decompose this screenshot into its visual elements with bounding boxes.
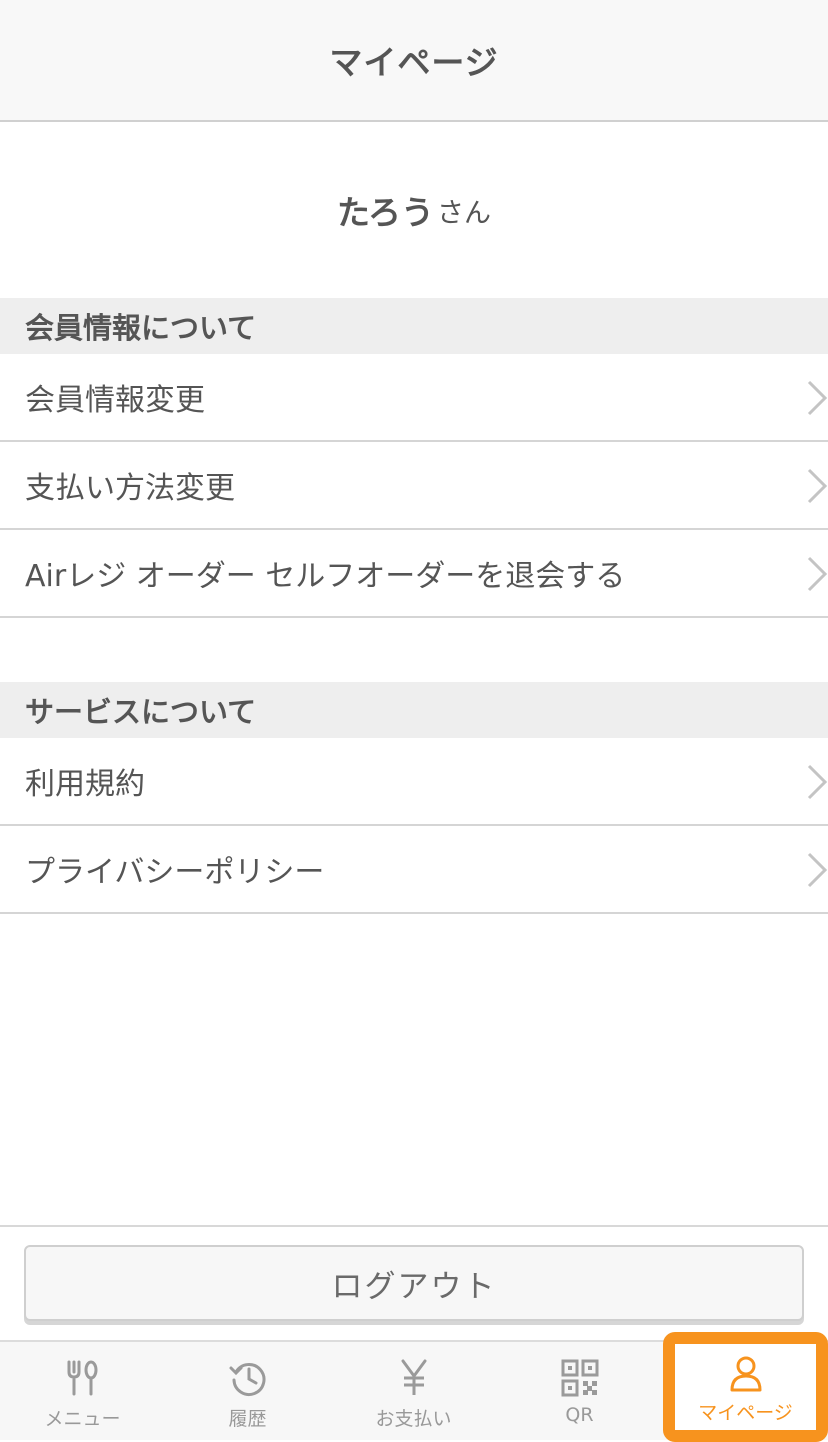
chevron-right-icon [807, 556, 828, 592]
tab-mypage[interactable]: マイページ [663, 1332, 828, 1442]
chevron-right-icon [807, 852, 828, 888]
user-name: たろう [336, 193, 435, 232]
qr-code-icon [561, 1359, 598, 1397]
logout-area: ログアウト [0, 1225, 828, 1342]
tab-menu[interactable]: メニュー [0, 1342, 165, 1442]
menu-item-label: Airレジ オーダー セルフオーダーを退会する [25, 559, 626, 594]
menu-item-edit-member-info[interactable]: 会員情報変更 [0, 354, 828, 442]
chevron-right-icon [807, 764, 828, 800]
tab-label: 履歴 [228, 1408, 267, 1430]
page-title: マイページ [329, 43, 499, 82]
menu-item-withdraw[interactable]: Airレジ オーダー セルフオーダーを退会する [0, 530, 828, 618]
logout-button[interactable]: ログアウト [24, 1245, 804, 1321]
header-bar: マイページ [0, 0, 828, 122]
logout-button-label: ログアウト [331, 1268, 497, 1305]
tab-history[interactable]: 履歴 [165, 1342, 330, 1442]
section-title: サービスについて [25, 695, 257, 729]
menu-item-label: プライバシーポリシー [25, 855, 325, 890]
menu-item-label: 会員情報変更 [25, 383, 205, 418]
tab-payment[interactable]: お支払い [331, 1342, 496, 1442]
tab-label: メニュー [44, 1408, 121, 1430]
tab-qr[interactable]: QR [497, 1342, 662, 1442]
menu-item-privacy-policy[interactable]: プライバシーポリシー [0, 826, 828, 914]
user-greeting: たろう さん [0, 122, 828, 298]
menu-item-label: 利用規約 [25, 767, 145, 802]
user-icon [730, 1356, 761, 1392]
history-icon [229, 1363, 265, 1396]
section-header-membership: 会員情報について [0, 298, 828, 354]
tab-label: マイページ [698, 1402, 793, 1424]
yen-icon [401, 1359, 426, 1395]
menu-item-change-payment-method[interactable]: 支払い方法変更 [0, 442, 828, 530]
fork-spoon-icon [67, 1360, 97, 1396]
user-name-suffix: さん [437, 197, 492, 229]
section-title: 会員情報について [25, 311, 257, 345]
menu-item-label: 支払い方法変更 [25, 471, 235, 506]
menu-item-terms-of-use[interactable]: 利用規約 [0, 738, 828, 826]
section-header-service: サービスについて [0, 682, 828, 738]
tab-bar: メニュー 履歴 お支払い QR マイページ [0, 1332, 828, 1442]
tab-label: QR [565, 1404, 594, 1426]
chevron-right-icon [807, 380, 828, 416]
chevron-right-icon [807, 468, 828, 504]
tab-label: お支払い [375, 1408, 452, 1430]
